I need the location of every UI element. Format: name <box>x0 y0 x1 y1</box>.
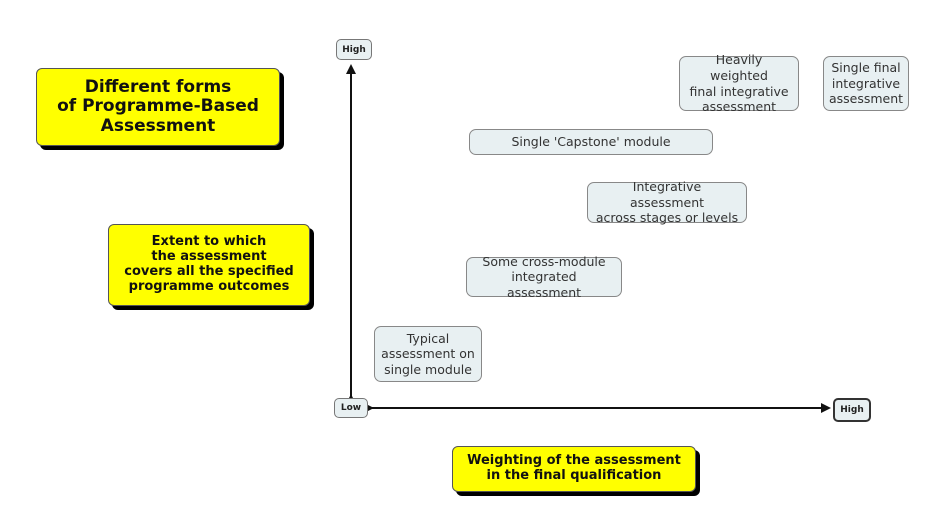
axes <box>346 64 831 413</box>
node-typical-text: Typical assessment on single module <box>381 330 475 377</box>
node-capstone: Single 'Capstone' module <box>469 129 713 155</box>
node-integrative-stages: Integrative assessment across stages or … <box>587 179 747 226</box>
node-single-final-text: Single final integrative assessment <box>828 60 904 107</box>
y-axis-high-text: High <box>342 44 366 55</box>
node-typical: Typical assessment on single module <box>374 326 482 382</box>
y-axis-high-label: High <box>336 39 372 60</box>
node-capstone-text: Single 'Capstone' module <box>511 134 671 150</box>
node-integrative-stages-text: Integrative assessment across stages or … <box>595 179 739 226</box>
node-cross-module-text: Some cross-module integrated assessment <box>482 253 606 300</box>
node-cross-module: Some cross-module integrated assessment <box>466 254 622 300</box>
x-axis-high-label: High <box>833 398 871 422</box>
axis-origin-low-label: Low <box>334 398 368 418</box>
node-single-final: Single final integrative assessment <box>823 56 909 111</box>
x-axis-high-text: High <box>840 405 864 415</box>
node-heavily-weighted-text: Heavily weighted final integrative asses… <box>689 52 789 115</box>
node-heavily-weighted: Heavily weighted final integrative asses… <box>679 52 799 114</box>
axis-origin-low-text: Low <box>340 403 362 413</box>
